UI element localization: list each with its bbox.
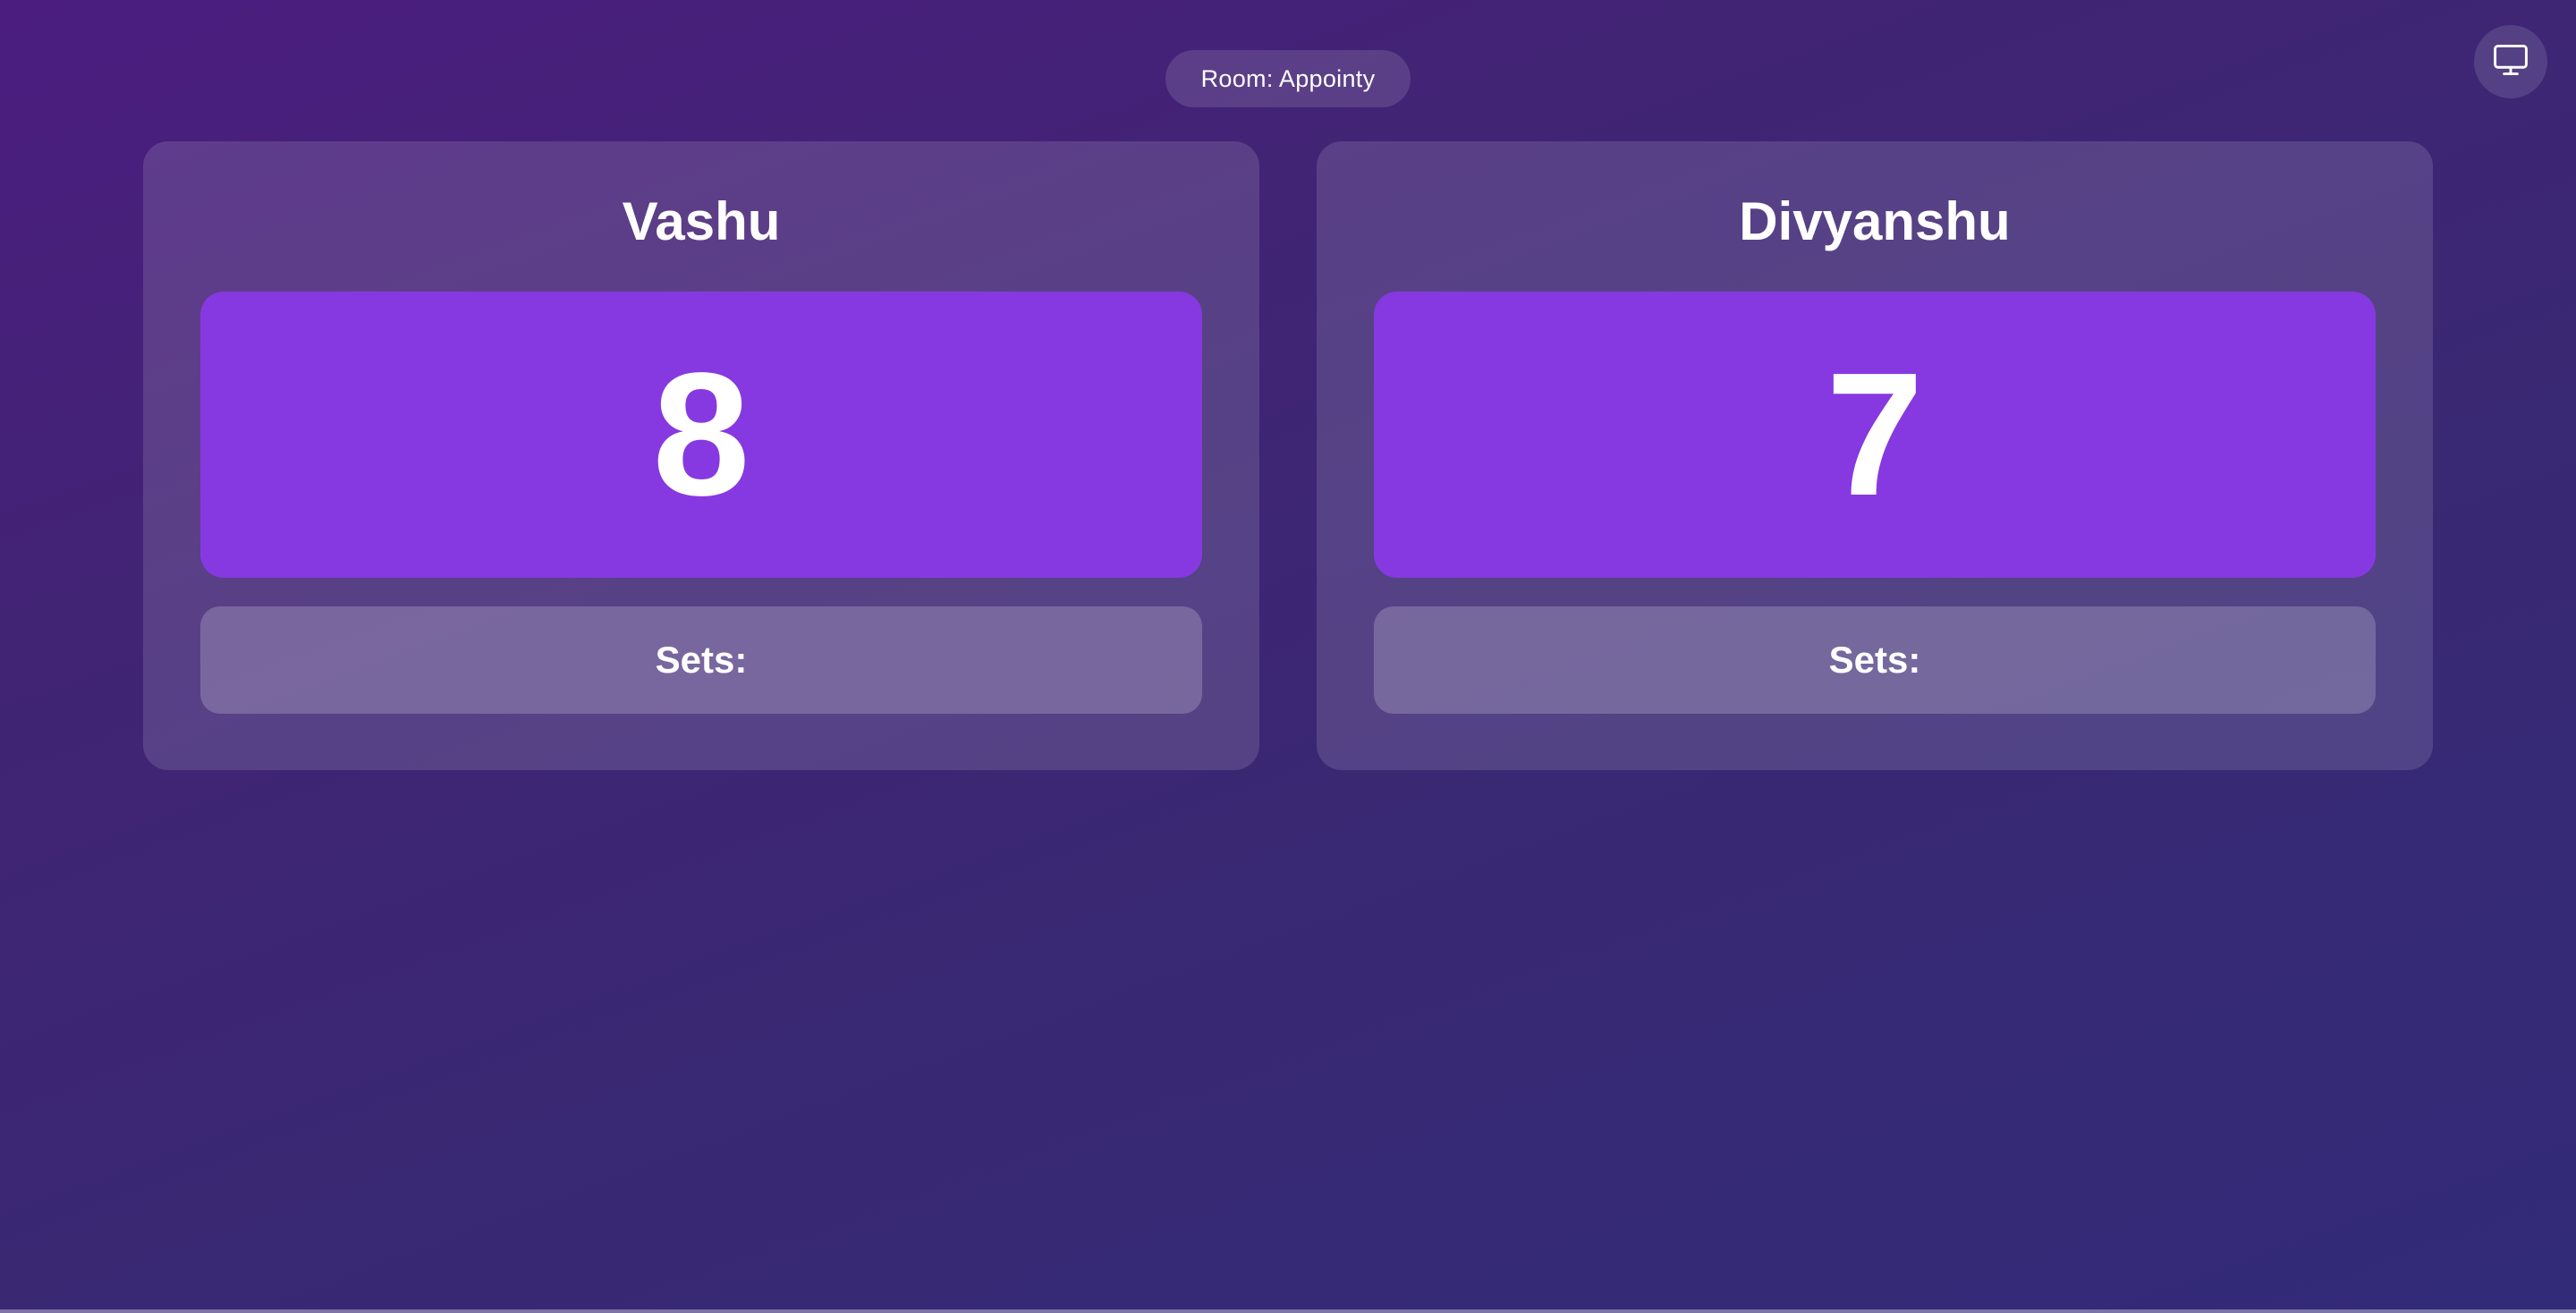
player-card-vashu: Vashu 8 Sets:: [143, 141, 1259, 770]
sets-label: Sets:: [1828, 639, 1921, 681]
monitor-icon: [2491, 40, 2530, 84]
sets-panel: Sets:: [1374, 606, 2376, 714]
room-badge: Room: Appointy: [1165, 50, 1411, 107]
window-bottom-border: [0, 1309, 2576, 1313]
player-name: Divyanshu: [1739, 191, 2011, 251]
score-button[interactable]: 8: [200, 292, 1202, 578]
sets-label: Sets:: [655, 639, 748, 681]
player-card-divyanshu: Divyanshu 7 Sets:: [1317, 141, 2433, 770]
score-value: 8: [652, 336, 750, 532]
room-label: Room: Appointy: [1200, 64, 1376, 92]
score-value: 7: [1826, 336, 1924, 532]
player-name: Vashu: [622, 191, 781, 251]
display-mode-button[interactable]: [2474, 25, 2547, 98]
sets-panel: Sets:: [200, 606, 1202, 714]
score-button[interactable]: 7: [1374, 292, 2376, 578]
